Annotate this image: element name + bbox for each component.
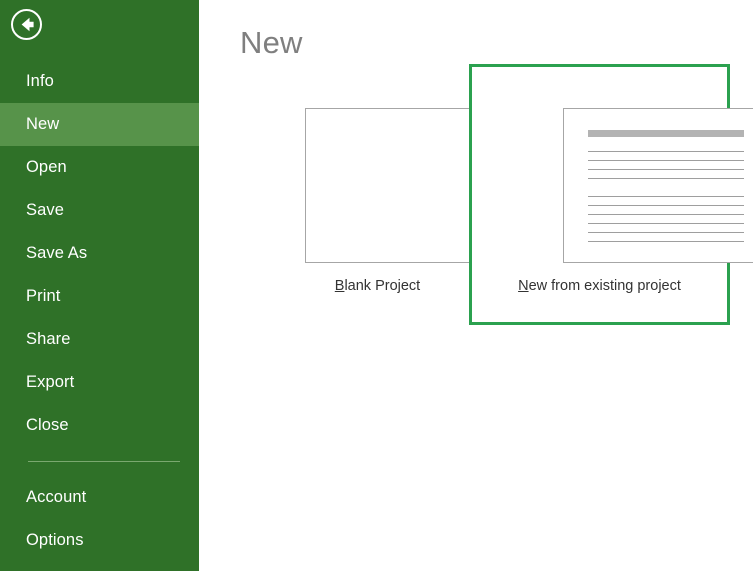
backstage-nav-list: Info New Open Save Save As Print Share Export Cl…	[0, 60, 199, 562]
preview-header-bar	[588, 130, 744, 137]
template-tile-new-from-existing-project[interactable]: New from existing project	[469, 64, 753, 325]
preview-line	[588, 214, 744, 215]
backstage-view: Info New Open Save Save As Print Share Export Cl…	[0, 0, 753, 571]
sidebar-item-save-as[interactable]: Save As	[0, 232, 199, 275]
sidebar-item-print[interactable]: Print	[0, 275, 199, 318]
sidebar-item-save[interactable]: Save	[0, 189, 199, 232]
sidebar-divider	[28, 461, 180, 462]
template-caption-blank-project: Blank Project	[252, 278, 503, 294]
preview-line	[588, 241, 744, 242]
template-thumbnail-existing	[563, 108, 753, 263]
preview-line	[588, 223, 744, 224]
preview-line	[588, 196, 744, 197]
preview-line	[588, 232, 744, 233]
accel-key-b: B	[334, 278, 345, 294]
document-preview-icon	[564, 109, 753, 262]
preview-group-gap	[588, 187, 744, 196]
back-arrow-icon[interactable]	[10, 8, 43, 41]
preview-line	[588, 151, 744, 152]
backstage-sidebar: Info New Open Save Save As Print Share Export Cl…	[0, 0, 199, 571]
sidebar-item-options[interactable]: Options	[0, 519, 199, 562]
backstage-main-pane: New Blank Project New from existing proj…	[199, 0, 753, 571]
sidebar-item-account[interactable]: Account	[0, 476, 199, 519]
sidebar-item-share[interactable]: Share	[0, 318, 199, 361]
preview-line	[588, 178, 744, 179]
template-caption-rest: lank Project	[344, 278, 421, 294]
template-caption-new-from-existing-project: New from existing project	[472, 278, 727, 294]
preview-line-group-one	[588, 151, 744, 179]
preview-line-group-two	[588, 196, 744, 242]
sidebar-item-close[interactable]: Close	[0, 404, 199, 447]
preview-line	[588, 160, 744, 161]
sidebar-item-export[interactable]: Export	[0, 361, 199, 404]
preview-line	[588, 205, 744, 206]
sidebar-item-info[interactable]: Info	[0, 60, 199, 103]
accel-key-n: N	[518, 278, 529, 294]
page-title: New	[240, 25, 303, 60]
sidebar-item-open[interactable]: Open	[0, 146, 199, 189]
sidebar-item-new[interactable]: New	[0, 103, 199, 146]
preview-line	[588, 169, 744, 170]
template-caption-rest: ew from existing project	[528, 278, 681, 294]
template-tile-blank-project[interactable]: Blank Project	[252, 64, 511, 315]
